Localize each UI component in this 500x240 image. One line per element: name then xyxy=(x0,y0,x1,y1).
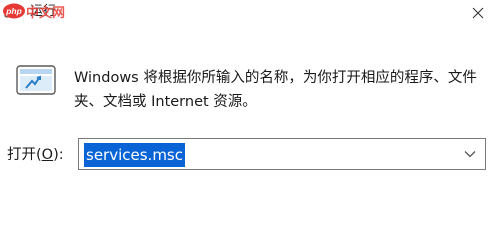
title-bar: 运行 xyxy=(0,0,500,26)
open-label: 打开(O): xyxy=(7,144,64,166)
dropdown-button[interactable] xyxy=(457,141,483,167)
run-dialog: 运行 php 中文网 Windows 将根据你所输入的名称，为你打开相应的程序、… xyxy=(0,0,500,204)
command-input[interactable]: services.msc xyxy=(84,143,185,167)
chevron-down-icon xyxy=(464,151,476,158)
run-description: Windows 将根据你所输入的名称，为你打开相应的程序、文件夹、文档或 Int… xyxy=(74,70,477,110)
close-button[interactable] xyxy=(456,0,500,26)
run-program-icon xyxy=(16,65,56,95)
run-app-icon xyxy=(4,6,20,18)
close-icon xyxy=(472,7,484,19)
window-title: 运行 xyxy=(30,4,57,19)
open-label-accelerator: O xyxy=(41,147,54,163)
open-label-prefix: 打开( xyxy=(7,147,42,163)
open-combobox[interactable]: services.msc xyxy=(78,138,486,170)
open-label-suffix: ): xyxy=(53,147,64,163)
